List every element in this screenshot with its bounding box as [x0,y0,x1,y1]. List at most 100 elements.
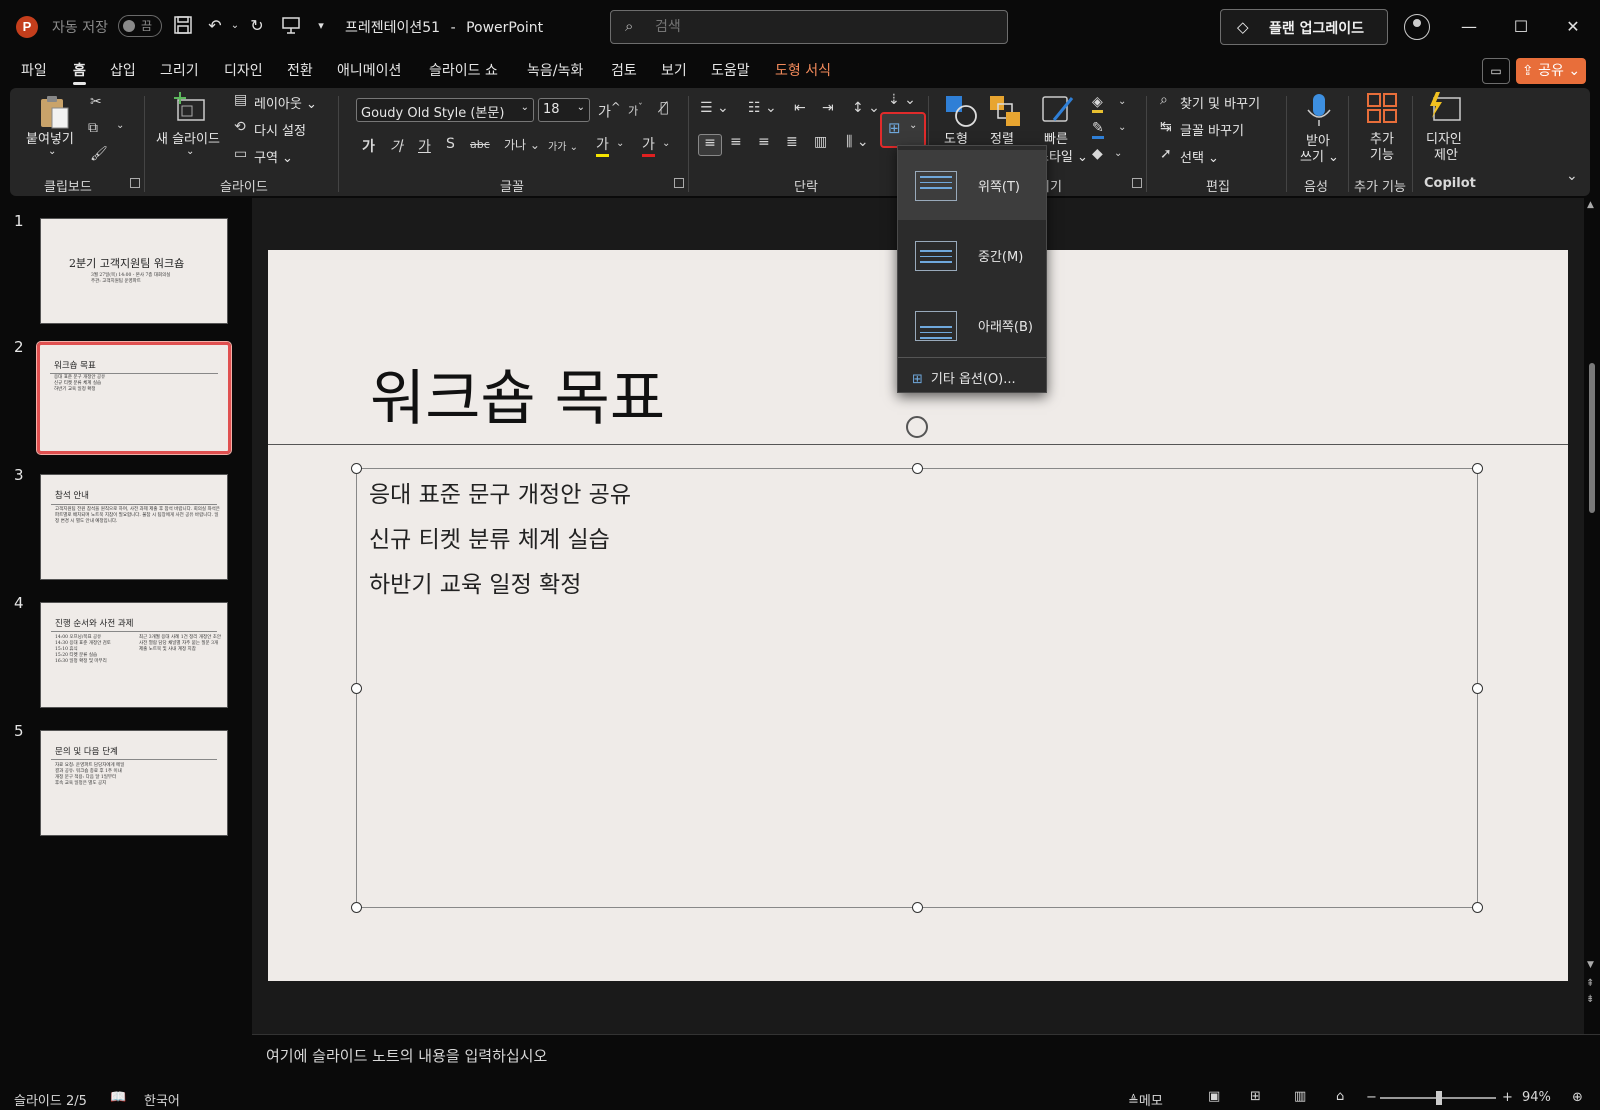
scroll-up-icon[interactable]: ▲ [1587,200,1594,210]
dictate-label-2[interactable]: 쓰기 ⌄ [1300,146,1339,165]
tab-insert[interactable]: 삽입 [110,60,136,80]
search-box[interactable]: ⌕ [610,10,1008,44]
undo-icon[interactable]: ↶ [204,15,226,37]
designer-label-2[interactable]: 제안 [1434,144,1458,163]
align-right-icon[interactable]: ≡ [758,134,770,150]
slide-thumbnail-4[interactable]: 진행 순서와 사전 과제 14:00 오프닝/목표 공유 14:30 응대 표준… [40,602,228,708]
tab-transitions[interactable]: 전환 [287,60,313,80]
tab-record[interactable]: 녹음/녹화 [527,60,583,80]
arrange-icon[interactable] [988,94,1022,128]
notes-placeholder[interactable]: 여기에 슬라이드 노트의 내용을 입력하십시오 [266,1045,547,1066]
highlight-dropdown-icon[interactable]: ⌄ [616,138,624,149]
clear-formatting-icon[interactable]: 가̸ [660,100,668,116]
slide-thumbnail-1[interactable]: 2분기 고객지원팀 워크숍 3월 27일(목) 14:00 - 본사 7층 대회… [40,218,228,324]
search-input[interactable] [655,17,975,37]
microphone-icon[interactable] [1302,92,1336,126]
font-size-select[interactable]: 18 ⌄ [538,98,590,122]
normal-view-icon[interactable]: ▣ [1208,1089,1220,1104]
resize-handle[interactable] [1472,902,1483,913]
tab-view[interactable]: 보기 [661,60,687,80]
shadow-button[interactable]: S [446,136,455,152]
scroll-down-icon[interactable]: ▼ [1587,960,1594,970]
find-icon[interactable]: ⌕ [1160,92,1168,108]
tab-home[interactable]: 홈 [73,60,86,85]
underline-button[interactable]: 가 [418,136,431,156]
copy-icon[interactable]: ⧉ [88,120,98,136]
justify-icon[interactable]: ≣ [786,134,798,150]
replace-font-label[interactable]: 글꼴 바꾸기 [1180,120,1244,139]
drawing-launcher-icon[interactable] [1132,178,1142,188]
align-center-icon[interactable]: ≡ [730,134,742,150]
columns-icon[interactable]: ⫼ ⌄ [846,134,869,150]
designer-icon[interactable] [1428,92,1462,126]
resize-handle[interactable] [351,902,362,913]
select-icon[interactable]: ➚ [1160,146,1172,162]
present-icon[interactable] [280,15,302,37]
tab-animations[interactable]: 애니메이션 [337,60,401,80]
zoom-in-icon[interactable]: + [1502,1090,1513,1105]
change-case-button[interactable]: 가가 ⌄ [548,138,578,153]
rotate-handle-icon[interactable] [906,416,928,438]
tab-help[interactable]: 도움말 [711,60,750,80]
autosave-toggle[interactable]: 끔 [118,15,162,37]
vertical-scrollbar[interactable]: ▲ ▼ ⇞ ⇟ [1584,198,1600,1034]
bullets-icon[interactable]: ☰ ⌄ [700,100,729,116]
bullet-item[interactable]: 응대 표준 문구 개정안 공유 [369,475,631,509]
resize-handle[interactable] [912,902,923,913]
slide-thumbnail-5[interactable]: 문의 및 다음 단계 자료 요청: 운영파트 담당자에게 메일 결과 공유: 워… [40,730,228,836]
align-text-button[interactable]: ⊞ ⌄ [880,112,926,148]
upgrade-plan-button[interactable]: ◇ 플랜 업그레이드 [1220,9,1388,45]
slide-title[interactable]: 워크숍 목표 [370,350,665,437]
customize-icon[interactable]: ▾ [310,15,332,37]
bullet-item[interactable]: 하반기 교육 일정 확정 [369,565,581,599]
scrollbar-thumb[interactable] [1589,363,1595,513]
font-name-select[interactable]: Goudy Old Style (본문) ⌄ [356,98,534,122]
resize-handle[interactable] [912,463,923,474]
layout-icon[interactable]: ▤ [234,92,247,108]
add-ins-label-2[interactable]: 기능 [1370,144,1394,163]
content-placeholder[interactable]: 응대 표준 문구 개정안 공유 신규 티켓 분류 체계 실습 하반기 교육 일정… [351,463,1483,913]
section-icon[interactable]: ▭ [234,146,247,162]
slide-thumbnail-3[interactable]: 참석 안내 고객지원팀 전원 참석을 원칙으로 하며, 사전 과제 제출 후 참… [40,474,228,580]
highlight-button[interactable]: 가 [596,134,609,157]
section-button[interactable]: 구역 ⌄ [254,147,293,166]
shape-fill-icon[interactable]: ◈ [1092,94,1103,113]
line-spacing-icon[interactable]: ↕ ⌄ [852,100,880,116]
numbering-icon[interactable]: ☷ ⌄ [748,100,777,116]
select-button[interactable]: 선택 ⌄ [1180,147,1219,166]
shape-effects-dropdown-icon[interactable]: ⌄ [1114,148,1122,159]
shape-outline-icon[interactable]: ✎ [1092,120,1104,139]
resize-handle[interactable] [1472,463,1483,474]
tab-design[interactable]: 디자인 [224,60,263,80]
quick-styles-label-1[interactable]: 빠른 [1044,128,1068,147]
bullet-item[interactable]: 신규 티켓 분류 체계 실습 [369,520,610,554]
quick-styles-icon[interactable] [1040,92,1074,126]
maximize-icon[interactable]: ☐ [1506,14,1536,40]
align-middle-option[interactable]: 중간(M) [898,220,1046,290]
accessibility-icon[interactable]: 📖 [110,1090,126,1105]
resize-handle[interactable] [351,683,362,694]
notes-pane[interactable]: 여기에 슬라이드 노트의 내용을 입력하십시오 [252,1034,1600,1084]
font-launcher-icon[interactable] [674,178,684,188]
format-painter-icon[interactable]: 🖌 [90,146,108,162]
grow-font-icon[interactable]: 가^ [598,100,621,122]
paste-dropdown-icon[interactable]: ⌄ [48,146,56,157]
cut-icon[interactable]: ✂ [90,94,102,110]
layout-button[interactable]: 레이아웃 ⌄ [254,93,317,112]
shape-effects-icon[interactable]: ◆ [1092,146,1103,162]
slide-thumbnail-2[interactable]: 워크숍 목표 응대 표준 문구 개정안 공유 신규 티켓 분류 체계 실습 하반… [36,341,232,455]
shape-fill-dropdown-icon[interactable]: ⌄ [1118,96,1126,107]
font-color-dropdown-icon[interactable]: ⌄ [662,138,670,149]
font-color-button[interactable]: 가 [642,134,655,157]
copy-dropdown-icon[interactable]: ⌄ [116,120,124,131]
undo-dropdown-icon[interactable]: ⌄ [224,15,246,37]
new-slide-label[interactable]: 새 슬라이드 [156,128,220,147]
add-ins-icon[interactable] [1366,92,1400,126]
tab-draw[interactable]: 그리기 [160,60,199,80]
avatar-icon[interactable] [1404,14,1430,40]
zoom-slider-thumb[interactable] [1436,1091,1442,1105]
increase-indent-icon[interactable]: ⇥ [822,100,834,116]
zoom-out-icon[interactable]: − [1366,1090,1377,1105]
previous-slide-icon[interactable]: ⇞ [1586,978,1594,989]
text-direction-icon[interactable]: ⇣ ⌄ [888,92,916,108]
